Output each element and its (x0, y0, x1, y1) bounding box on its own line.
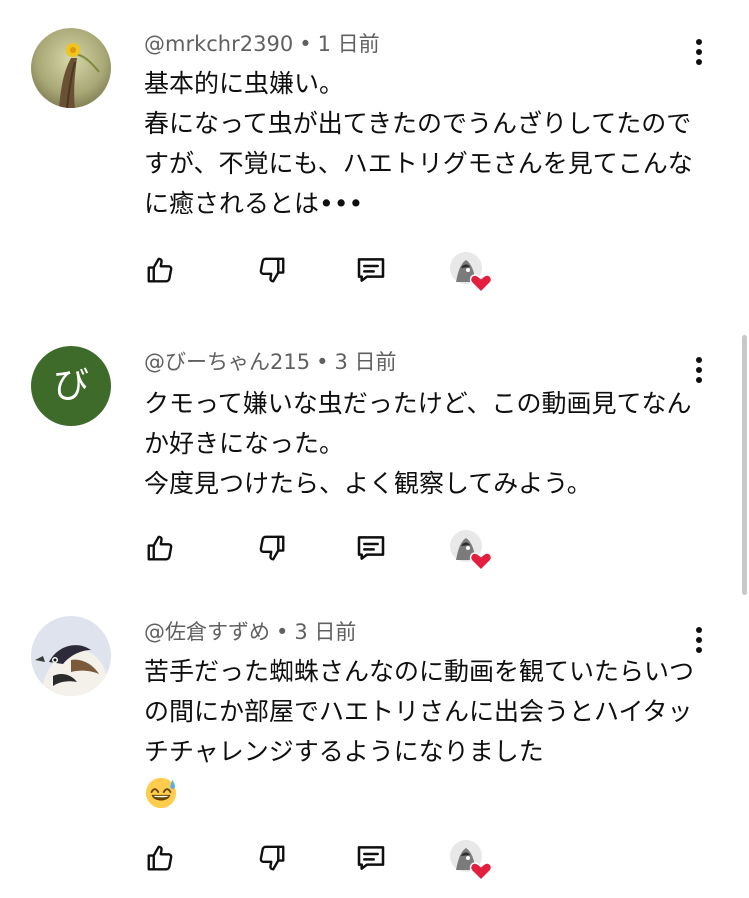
dislike-button[interactable] (252, 250, 292, 290)
grinning-sweat-emoji (145, 777, 177, 809)
thumbs-up-icon (147, 535, 173, 561)
dislike-button[interactable] (252, 528, 292, 568)
reply-button[interactable] (351, 838, 391, 878)
reply-button[interactable] (351, 528, 391, 568)
reply-icon (357, 536, 385, 560)
comment-author[interactable]: @びーちゃん215 (144, 350, 310, 374)
reply-icon (357, 258, 385, 282)
comment-time[interactable]: 3 日前 (334, 350, 396, 374)
more-vertical-icon[interactable] (684, 350, 714, 390)
comment-time[interactable]: 1 日前 (318, 32, 380, 56)
bird-avatar-image (31, 616, 111, 696)
like-button[interactable] (140, 838, 180, 878)
avatar-letter: び (52, 365, 89, 406)
more-vertical-icon[interactable] (684, 620, 714, 660)
comment-actions (0, 528, 749, 572)
like-button[interactable] (140, 250, 180, 290)
comment-text: 苦手だった蜘蛛さんなのに動画を観ていたらいつの間にか部屋でハエトリさんに出会うと… (144, 652, 704, 812)
meta-separator: • (316, 350, 329, 374)
dislike-button[interactable] (252, 838, 292, 878)
comment-meta: @びーちゃん215 • 3 日前 (144, 348, 397, 376)
thumbs-up-icon (147, 845, 173, 871)
scrollbar[interactable] (742, 335, 747, 595)
reply-icon (357, 846, 385, 870)
comment-author[interactable]: @佐倉すずめ (144, 620, 270, 644)
comment-meta: @佐倉すずめ • 3 日前 (144, 618, 356, 646)
avatar[interactable] (31, 28, 111, 108)
comment-meta: @mrkchr2390 • 1 日前 (144, 30, 380, 58)
thumbs-down-icon (259, 845, 285, 871)
like-button[interactable] (140, 528, 180, 568)
comment-text: クモって嫌いな虫だったけど、この動画見てなんか好きになった。 今度見つけたら、よ… (144, 389, 692, 498)
comment-actions (0, 838, 749, 882)
comment-author[interactable]: @mrkchr2390 (144, 32, 293, 56)
comments-screen: { "comments": [ { "author": "@mrkchr2390… (0, 0, 749, 898)
creator-heart-icon (448, 528, 494, 572)
meta-separator: • (276, 620, 289, 644)
comment-text: 基本的に虫嫌い。 春になって虫が出てきたのでうんざりしてたのですが、不覚にも、ハ… (144, 69, 693, 218)
creator-heart-icon (448, 838, 494, 882)
thumbs-down-icon (259, 257, 285, 283)
avatar[interactable]: び (31, 346, 111, 426)
flower-avatar-image (31, 28, 111, 108)
reply-button[interactable] (351, 250, 391, 290)
avatar[interactable] (31, 616, 111, 696)
comment-actions (0, 250, 749, 294)
comment-time[interactable]: 3 日前 (294, 620, 356, 644)
thumbs-down-icon (259, 535, 285, 561)
meta-separator: • (299, 32, 312, 56)
more-vertical-icon[interactable] (684, 32, 714, 72)
comment-text-content: 苦手だった蜘蛛さんなのに動画を観ていたらいつの間にか部屋でハエトリさんに出会うと… (144, 657, 695, 766)
thumbs-up-icon (147, 257, 173, 283)
creator-heart-icon (448, 250, 494, 294)
